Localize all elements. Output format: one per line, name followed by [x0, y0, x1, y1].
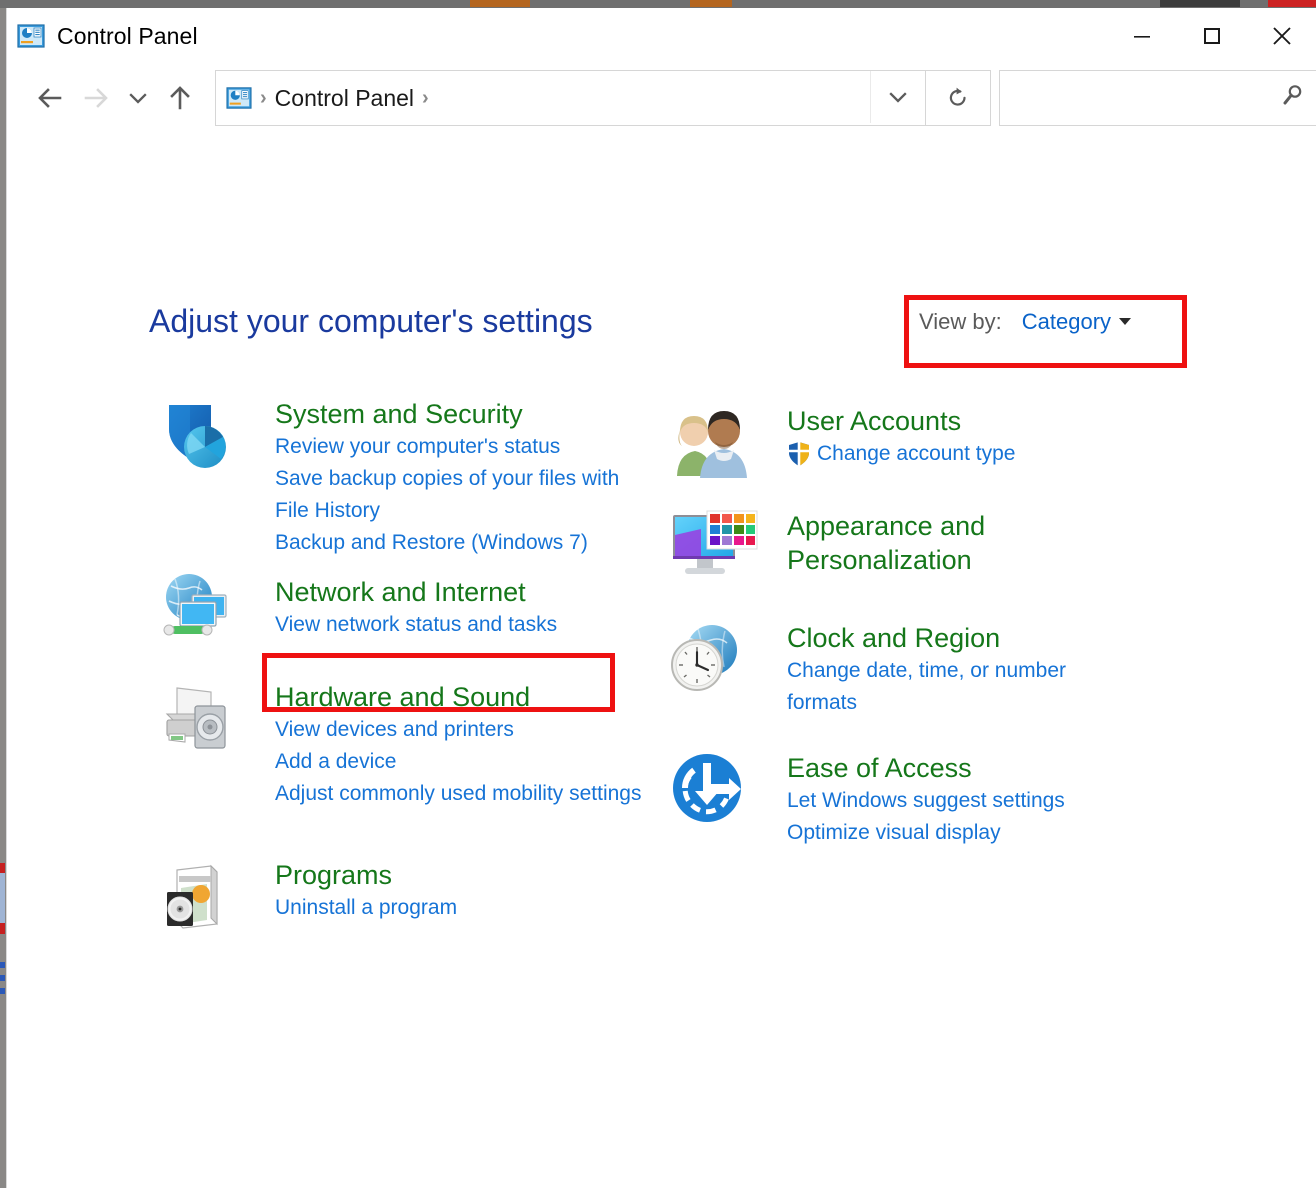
link-backup-and-restore[interactable]: Backup and Restore (Windows 7) [275, 527, 645, 559]
link-add-a-device[interactable]: Add a device [275, 746, 645, 778]
category-network-and-internet: Network and Internet View network status… [155, 574, 645, 678]
category-title[interactable]: Hardware and Sound [275, 680, 530, 714]
search-box[interactable] [998, 70, 1316, 126]
minimize-button[interactable] [1107, 8, 1177, 64]
refresh-button[interactable] [925, 70, 991, 126]
breadcrumb-item-control-panel[interactable]: Control Panel [275, 85, 414, 112]
address-bar[interactable]: › Control Panel › [215, 70, 926, 126]
control-panel-window: Control Panel › Control Panel › Adjust y… [6, 8, 1316, 1188]
search-input[interactable] [1011, 85, 1266, 111]
link-change-account-type[interactable]: Change account type [787, 438, 1147, 470]
category-title[interactable]: Clock and Region [787, 621, 1000, 655]
link-optimize-visual-display[interactable]: Optimize visual display [787, 817, 1147, 849]
breadcrumb-separator: › [260, 87, 267, 109]
category-body: Ease of Access Let Windows suggest setti… [787, 751, 1147, 849]
back-button[interactable] [27, 75, 73, 121]
link-save-backup-copies[interactable]: Save backup copies of your files with Fi… [275, 463, 645, 527]
desktop-top-strip [0, 0, 1316, 8]
backdrop-artifact [0, 873, 5, 923]
category-body: Network and Internet View network status… [275, 575, 645, 641]
printer-speaker-icon [165, 687, 226, 749]
shield-pie-icon [169, 405, 226, 468]
category-body: Clock and Region Change date, time, or n… [787, 621, 1147, 719]
link-let-windows-suggest-settings[interactable]: Let Windows suggest settings [787, 785, 1147, 817]
chevron-down-icon [129, 93, 147, 104]
category-system-and-security: System and Security Review your computer… [155, 397, 645, 573]
link-view-devices-and-printers[interactable]: View devices and printers [275, 714, 645, 746]
backdrop-artifact [0, 962, 5, 968]
window-title: Control Panel [57, 22, 198, 49]
category-title[interactable]: Programs [275, 858, 392, 892]
link-uninstall-a-program[interactable]: Uninstall a program [275, 892, 645, 924]
category-clock-and-region: Clock and Region Change date, time, or n… [667, 621, 1147, 749]
view-by-label: View by: [919, 309, 1002, 334]
view-by-value[interactable]: Category [1022, 309, 1111, 335]
uac-shield-icon [789, 441, 809, 466]
close-button[interactable] [1247, 8, 1316, 64]
maximize-icon [1204, 28, 1220, 44]
up-arrow-icon [170, 86, 190, 110]
category-column-left: System and Security Review your computer… [155, 397, 645, 960]
category-programs: Programs Uninstall a program [155, 858, 645, 958]
link-label: Change account type [817, 442, 1016, 466]
backdrop-artifact [0, 988, 5, 994]
minimize-icon [1134, 36, 1150, 38]
category-title[interactable]: System and Security [275, 397, 523, 431]
recent-locations-button[interactable] [119, 75, 157, 121]
user-accounts-icon [677, 411, 747, 478]
link-view-network-status[interactable]: View network status and tasks [275, 609, 645, 641]
backdrop-artifact [0, 863, 5, 873]
forward-arrow-icon [84, 88, 108, 108]
clock-globe-icon [671, 625, 737, 691]
category-title[interactable]: Ease of Access [787, 751, 972, 785]
category-body: Programs Uninstall a program [275, 858, 645, 924]
title-bar: Control Panel [7, 8, 1316, 64]
category-title[interactable]: Appearance and Personalization [787, 509, 1087, 577]
category-title[interactable]: User Accounts [787, 404, 961, 438]
backdrop-artifact [470, 0, 530, 7]
maximize-button[interactable] [1177, 8, 1247, 64]
content-area: Adjust your computer's settings View by:… [7, 132, 1316, 1182]
caret-down-icon[interactable] [1119, 318, 1132, 325]
link-review-computer-status[interactable]: Review your computer's status [275, 431, 645, 463]
backdrop-artifact [1268, 0, 1316, 7]
category-appearance-and-personalization: Appearance and Personalization [667, 509, 1147, 619]
monitor-palette-icon [673, 510, 758, 574]
view-by-control: View by: Category [919, 309, 1132, 335]
category-ease-of-access: Ease of Access Let Windows suggest setti… [667, 751, 1147, 861]
forward-button[interactable] [73, 75, 119, 121]
category-user-accounts: User Accounts Change account type [667, 404, 1147, 507]
back-arrow-icon [38, 88, 62, 108]
page-title: Adjust your computer's settings [149, 303, 593, 339]
refresh-icon [949, 87, 966, 106]
control-panel-icon [17, 24, 45, 48]
software-box-cd-icon [167, 864, 218, 929]
category-body: Appearance and Personalization [787, 509, 1147, 577]
address-toolbar: › Control Panel › [7, 64, 1316, 132]
ease-of-access-icon [673, 754, 741, 822]
backdrop-artifact [0, 923, 5, 934]
category-body: Hardware and Sound View devices and prin… [275, 680, 645, 810]
breadcrumb-separator[interactable]: › [422, 88, 429, 108]
category-title[interactable]: Network and Internet [275, 575, 526, 609]
backdrop-artifact [1160, 0, 1240, 7]
address-dropdown-button[interactable] [869, 71, 925, 123]
control-panel-icon [226, 87, 252, 109]
link-change-date-time-formats[interactable]: Change date, time, or number formats [787, 655, 1117, 719]
category-column-right: User Accounts Change account type Appear… [667, 404, 1147, 863]
caption-button-group [1107, 8, 1316, 64]
close-icon [1273, 27, 1291, 45]
link-adjust-mobility-settings[interactable]: Adjust commonly used mobility settings [275, 778, 645, 810]
category-hardware-and-sound: Hardware and Sound View devices and prin… [155, 680, 645, 856]
category-body: User Accounts Change account type [787, 404, 1147, 470]
globe-monitors-icon [163, 574, 227, 636]
up-button[interactable] [157, 75, 203, 121]
backdrop-artifact [690, 0, 732, 7]
category-body: System and Security Review your computer… [275, 397, 645, 559]
search-icon[interactable] [1280, 83, 1306, 114]
backdrop-artifact [0, 975, 5, 981]
chevron-down-icon [888, 92, 907, 103]
